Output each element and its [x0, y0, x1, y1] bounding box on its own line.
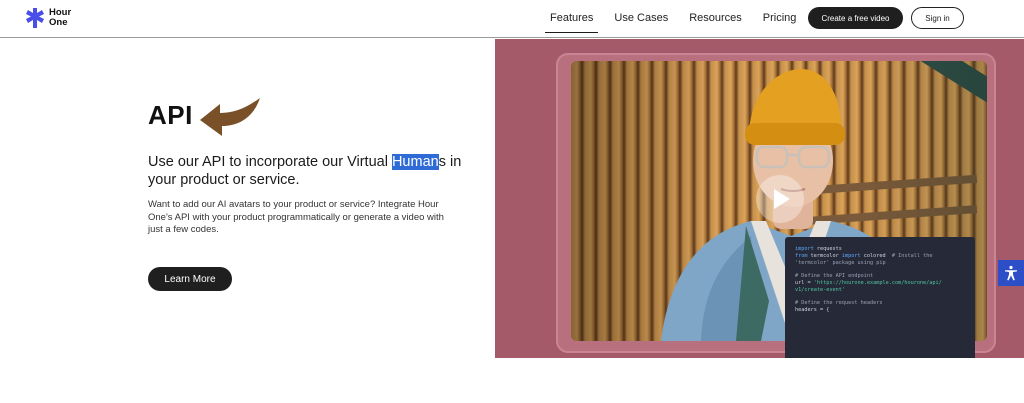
code-line: v1/create-event' [795, 287, 965, 294]
code-line: 'termcolor' package using pip [795, 260, 965, 267]
code-token: v1/create-event' [795, 286, 845, 293]
logo-text: Hour One [49, 8, 79, 28]
nav-resources[interactable]: Resources [689, 0, 742, 37]
subtitle-highlighted-text: Human [391, 154, 439, 170]
code-token: import [841, 252, 861, 259]
nav-features[interactable]: Features [544, 0, 599, 37]
main-nav: Features Use Cases Resources Pricing [544, 0, 817, 37]
code-token: requests [813, 246, 842, 252]
hero-image: import requests from termcolor import col… [495, 39, 1024, 358]
code-token: # Define the API endpoint [795, 273, 874, 280]
code-token: termcolor [807, 252, 842, 259]
nav-use-cases[interactable]: Use Cases [614, 0, 668, 37]
code-token: headers = { [795, 307, 830, 314]
logo-line-2: One [49, 17, 68, 28]
sign-in-button[interactable]: Sign in [911, 7, 964, 29]
arrow-left-icon [200, 98, 260, 136]
code-token: url = [795, 279, 814, 286]
subtitle-text-start: Use our API to incorporate our Virtual [148, 154, 392, 170]
code-line: from termcolor import colored # Install … [795, 253, 965, 260]
code-token: from [795, 252, 808, 259]
code-line: # Define the API endpoint [795, 273, 965, 280]
nav-pricing[interactable]: Pricing [763, 0, 797, 37]
code-snippet-panel: import requests from termcolor import col… [785, 237, 975, 358]
page-subtitle: Use our API to incorporate our Virtual H… [148, 154, 478, 189]
create-free-video-button[interactable]: Create a free video [808, 7, 903, 29]
code-token: 'termcolor' package using pip [795, 259, 886, 266]
code-line: import requests [795, 246, 965, 253]
title-row: API [148, 100, 193, 131]
accessibility-icon [1005, 265, 1017, 281]
logo[interactable]: Hour One [24, 7, 79, 29]
hour-one-logo-icon [26, 8, 44, 28]
code-token: import [795, 246, 814, 252]
site-header: Hour One Features Use Cases Resources Pr… [0, 0, 1024, 38]
code-token: # Install the [891, 252, 933, 259]
code-line: headers = { [795, 307, 965, 314]
code-line: # Define the request headers [795, 300, 965, 307]
code-token: # Define the request headers [795, 300, 883, 307]
play-icon[interactable] [756, 175, 804, 223]
code-line: url = 'https://hourone.example.com/houro… [795, 280, 965, 287]
accessibility-button[interactable] [998, 260, 1024, 286]
code-token: colored [860, 252, 892, 259]
learn-more-button[interactable]: Learn More [148, 267, 232, 291]
code-token: 'https://hourone.example.com/hourone/api… [813, 279, 942, 286]
page-description: Want to add our AI avatars to your produ… [148, 199, 444, 235]
page-title: API [148, 100, 193, 130]
